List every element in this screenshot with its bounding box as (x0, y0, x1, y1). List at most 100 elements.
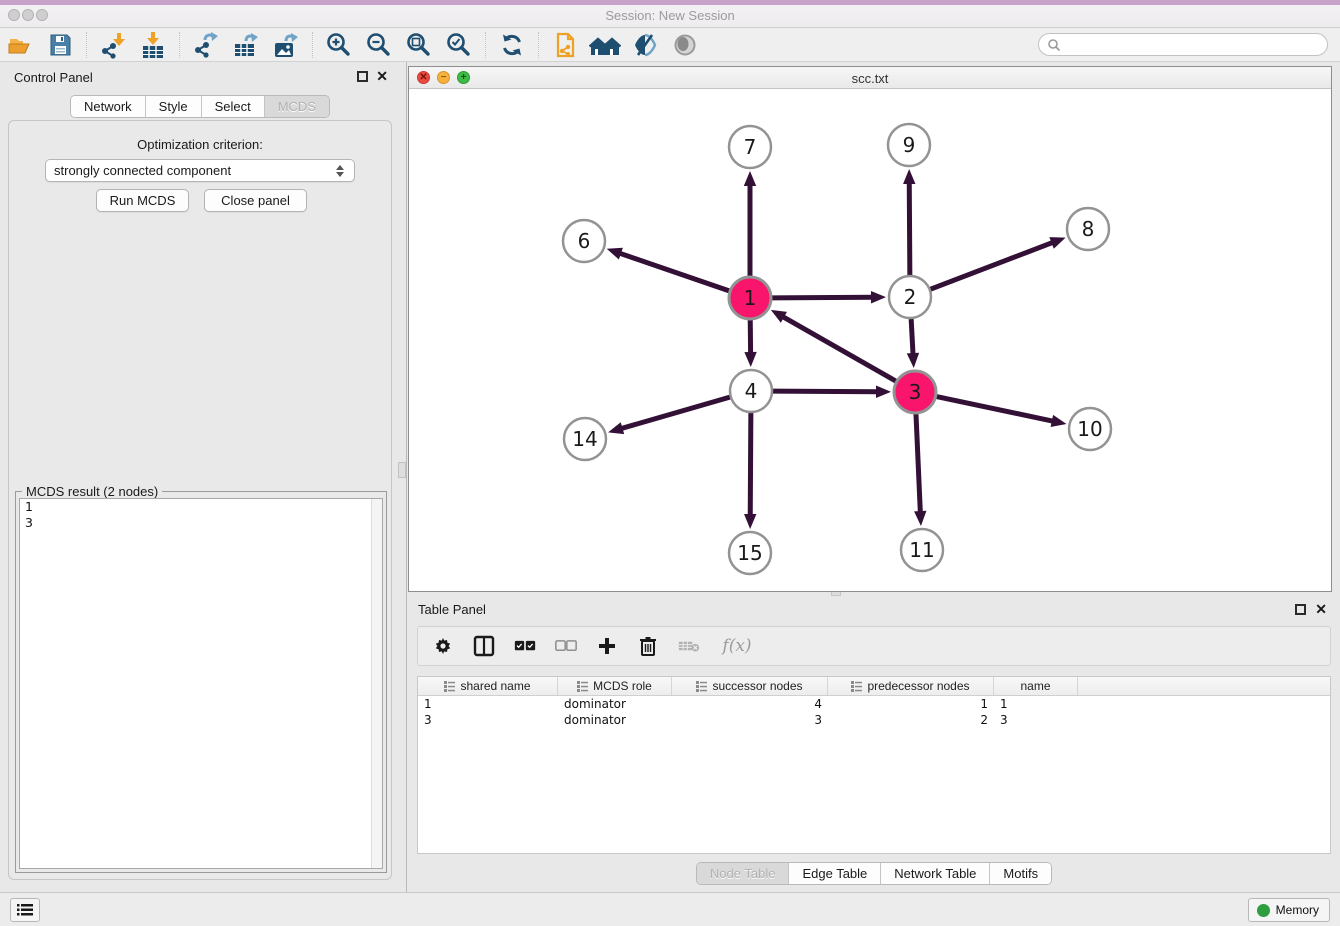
graph-node-8[interactable]: 8 (1067, 208, 1109, 250)
select-all-icon[interactable] (514, 635, 536, 657)
toolbar-separator (485, 32, 486, 58)
split-view-icon[interactable] (473, 635, 495, 657)
float-table-panel-icon[interactable] (1295, 604, 1306, 615)
tab-mcds[interactable]: MCDS (264, 96, 329, 117)
tab-network[interactable]: Network (71, 96, 145, 117)
memory-button[interactable]: Memory (1248, 898, 1330, 922)
titlebar-accent-strip (0, 0, 1340, 5)
add-column-icon[interactable] (596, 635, 618, 657)
node-table[interactable]: shared name MCDS role successor nodes pr… (417, 676, 1331, 854)
result-scrollbar[interactable] (371, 499, 382, 868)
network-window-title: scc.txt (409, 71, 1331, 86)
tab-select[interactable]: Select (201, 96, 264, 117)
graph-node-label: 8 (1082, 217, 1095, 241)
column-header-shared-name[interactable]: shared name (418, 677, 558, 695)
tab-style[interactable]: Style (145, 96, 201, 117)
show-graphics-details-icon[interactable] (668, 31, 702, 59)
export-network-icon[interactable] (189, 31, 223, 59)
graph-node-10[interactable]: 10 (1069, 408, 1111, 450)
graph-node-label: 15 (737, 541, 762, 565)
cell-mcds-role: dominator (558, 696, 672, 712)
table-row[interactable]: 1 dominator 4 1 1 (418, 696, 1330, 712)
graph-node-11[interactable]: 11 (901, 529, 943, 571)
optimization-criterion-select[interactable]: strongly connected component (45, 159, 355, 182)
vertical-splitter[interactable] (406, 62, 407, 892)
graph-edge-arrowhead (1049, 237, 1065, 249)
graph-node-3[interactable]: 3 (894, 371, 936, 413)
graph-edge-1-6[interactable] (618, 253, 729, 291)
import-network-icon[interactable] (96, 31, 130, 59)
graph-edge-arrowhead (607, 248, 623, 260)
graph-edge-1-2[interactable] (772, 297, 874, 298)
open-session-icon[interactable] (3, 31, 37, 59)
save-session-icon[interactable] (43, 31, 77, 59)
graph-node-6[interactable]: 6 (563, 220, 605, 262)
table-settings-icon[interactable] (432, 635, 454, 657)
table-row[interactable]: 3 dominator 3 2 3 (418, 712, 1330, 728)
run-mcds-button[interactable]: Run MCDS (96, 189, 189, 212)
table-panel: Table Panel ✕ (408, 598, 1340, 892)
vertical-splitter-handle[interactable] (398, 462, 406, 478)
network-canvas[interactable]: 7 9 6 8 1 2 4 3 14 10 15 11 (409, 89, 1331, 591)
delete-table-icon[interactable] (678, 635, 700, 657)
home-icon[interactable] (588, 31, 622, 59)
export-table-icon[interactable] (229, 31, 263, 59)
search-input[interactable] (1066, 38, 1316, 52)
zoom-out-icon[interactable] (362, 31, 396, 59)
hide-graphics-details-icon[interactable] (628, 31, 662, 59)
optimization-criterion-label: Optimization criterion: (9, 137, 391, 152)
graph-node-9[interactable]: 9 (888, 124, 930, 166)
network-window-titlebar[interactable]: ✕ − + scc.txt (409, 67, 1331, 89)
tab-node-table[interactable]: Node Table (697, 863, 789, 884)
export-image-icon[interactable] (269, 31, 303, 59)
graph-edge-arrowhead (871, 291, 886, 303)
refresh-layout-icon[interactable] (495, 31, 529, 59)
graph-node-4[interactable]: 4 (730, 370, 772, 412)
import-table-icon[interactable] (136, 31, 170, 59)
zoom-in-icon[interactable] (322, 31, 356, 59)
graph-edge-arrowhead (876, 386, 891, 398)
graph-edge-4-15[interactable] (750, 413, 751, 517)
graph-edge-3-1[interactable] (781, 316, 896, 381)
graph-edge-4-3[interactable] (773, 391, 879, 392)
control-panel: Control Panel ✕ Network Style Select MCD… (0, 62, 400, 892)
unselect-all-icon[interactable] (555, 635, 577, 657)
cell-name: 1 (994, 696, 1078, 712)
zoom-selected-icon[interactable] (442, 31, 476, 59)
delete-column-icon[interactable] (637, 635, 659, 657)
graph-edge-4-14[interactable] (620, 397, 730, 429)
graph-edge-2-3[interactable] (911, 319, 913, 356)
graph-node-15[interactable]: 15 (729, 532, 771, 574)
column-header-successor-nodes[interactable]: successor nodes (672, 677, 828, 695)
tab-motifs[interactable]: Motifs (989, 863, 1051, 884)
graph-edge-3-10[interactable] (937, 397, 1055, 422)
table-panel-title: Table Panel (418, 602, 486, 617)
graph-node-14[interactable]: 14 (564, 418, 606, 460)
close-panel-icon[interactable]: ✕ (376, 68, 388, 84)
graph-edge-2-9[interactable] (909, 181, 910, 275)
cell-name: 3 (994, 712, 1078, 728)
graph-edge-3-11[interactable] (916, 414, 920, 514)
function-builder-icon[interactable]: f(x) (719, 635, 755, 657)
close-table-panel-icon[interactable]: ✕ (1315, 601, 1327, 617)
graph-node-2[interactable]: 2 (889, 276, 931, 318)
main-toolbar (0, 28, 1340, 62)
clone-network-icon[interactable] (548, 31, 582, 59)
search-field[interactable] (1038, 33, 1328, 56)
tab-edge-table[interactable]: Edge Table (788, 863, 880, 884)
graph-node-1[interactable]: 1 (729, 277, 771, 319)
column-header-predecessor-nodes[interactable]: predecessor nodes (828, 677, 994, 695)
mcds-result-textarea[interactable]: 1 3 (19, 498, 383, 869)
column-header-mcds-role[interactable]: MCDS role (558, 677, 672, 695)
task-history-button[interactable] (10, 898, 40, 922)
tab-network-table[interactable]: Network Table (880, 863, 989, 884)
graph-node-7[interactable]: 7 (729, 126, 771, 168)
graph-edge-2-8[interactable] (931, 242, 1055, 289)
close-panel-button[interactable]: Close panel (204, 189, 307, 212)
graph-edge-arrowhead (1051, 415, 1067, 427)
column-header-name[interactable]: name (994, 677, 1078, 695)
graph-node-label: 7 (744, 135, 757, 159)
graph-node-label: 2 (904, 285, 917, 309)
float-panel-icon[interactable] (357, 71, 368, 82)
zoom-fit-icon[interactable] (402, 31, 436, 59)
